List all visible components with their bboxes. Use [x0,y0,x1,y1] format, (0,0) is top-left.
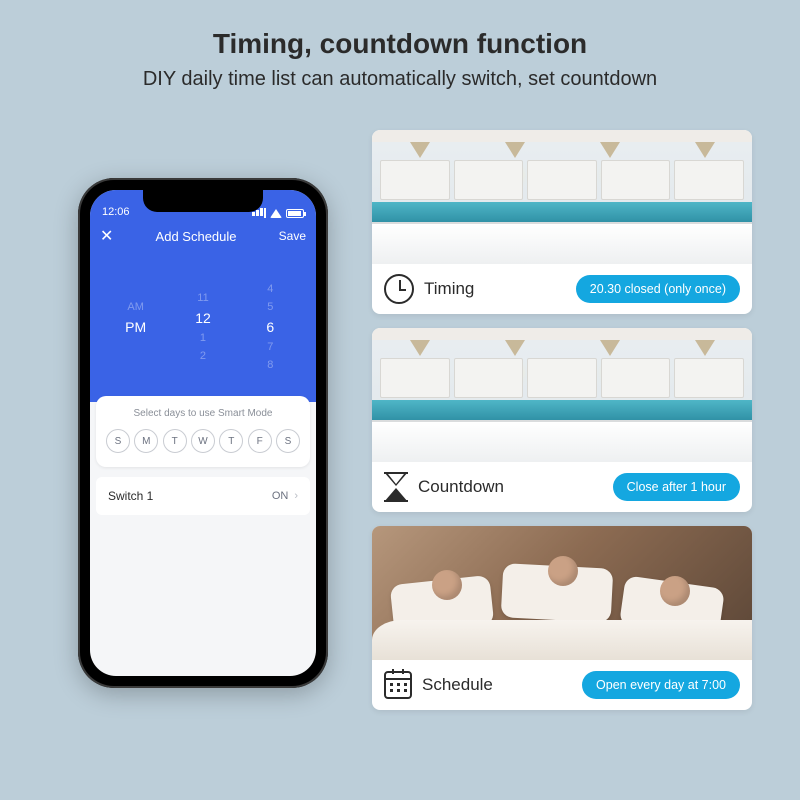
switch-row-label: Switch 1 [108,489,153,503]
close-button[interactable]: ✕ [100,226,113,246]
picker-hour-col[interactable]: 11 12 1 2 [169,260,236,394]
time-picker[interactable]: AM PM 11 12 1 2 4 5 6 7 8 [90,252,316,402]
nav-bar: ✕ Add Schedule Save [90,220,316,252]
nav-title: Add Schedule [156,229,237,244]
picker-ampm-selected: PM [125,319,146,335]
days-sheet: Select days to use Smart Mode S M T W T … [96,396,310,467]
picker-min-opt: 7 [267,341,273,353]
days-row: S M T W T F S [106,429,300,453]
chevron-right-icon: › [294,490,298,502]
calendar-icon [384,671,412,699]
headline: Timing, countdown function [0,0,800,60]
card-thumb [372,526,752,660]
picker-min-opt: 8 [267,359,273,371]
hourglass-icon [384,472,408,502]
card-pill: Open every day at 7:00 [582,671,740,699]
picker-hour-opt: 2 [200,350,206,362]
picker-hour-opt: 1 [200,332,206,344]
picker-ampm-col[interactable]: AM PM [102,260,169,394]
day-thu[interactable]: T [219,429,243,453]
picker-min-selected: 6 [266,319,274,335]
picker-ampm-opt: AM [127,301,144,313]
save-button[interactable]: Save [279,229,306,243]
phone-frame: 12:06 ✕ Add Schedule Save AM PM 11 12 1 [78,178,328,688]
day-sat[interactable]: S [276,429,300,453]
day-fri[interactable]: F [248,429,272,453]
day-tue[interactable]: T [163,429,187,453]
days-sheet-title: Select days to use Smart Mode [106,408,300,419]
card-label: Schedule [422,675,493,695]
day-mon[interactable]: M [134,429,158,453]
card-pill: Close after 1 hour [613,473,740,501]
card-label: Countdown [418,477,504,497]
card-thumb [372,328,752,462]
picker-hour-opt: 11 [197,292,208,304]
picker-min-col[interactable]: 4 5 6 7 8 [237,260,304,394]
feature-cards: Timing 20.30 closed (only once) Countdow… [372,130,752,710]
card-label: Timing [424,279,474,299]
picker-min-opt: 5 [267,301,273,313]
switch-row[interactable]: Switch 1 ON › [96,477,310,515]
picker-hour-selected: 12 [195,310,211,326]
battery-icon [286,209,304,218]
wifi-icon [270,209,282,218]
day-sun[interactable]: S [106,429,130,453]
clock-icon [384,274,414,304]
card-schedule: Schedule Open every day at 7:00 [372,526,752,710]
phone-screen: 12:06 ✕ Add Schedule Save AM PM 11 12 1 [90,190,316,676]
day-wed[interactable]: W [191,429,215,453]
subheadline: DIY daily time list can automatically sw… [0,68,800,91]
switch-row-value: ON [272,490,289,502]
phone-notch [143,190,263,212]
card-pill: 20.30 closed (only once) [576,275,740,303]
status-time: 12:06 [102,206,130,218]
picker-min-opt: 4 [267,283,273,295]
card-thumb [372,130,752,264]
card-countdown: Countdown Close after 1 hour [372,328,752,512]
card-timing: Timing 20.30 closed (only once) [372,130,752,314]
